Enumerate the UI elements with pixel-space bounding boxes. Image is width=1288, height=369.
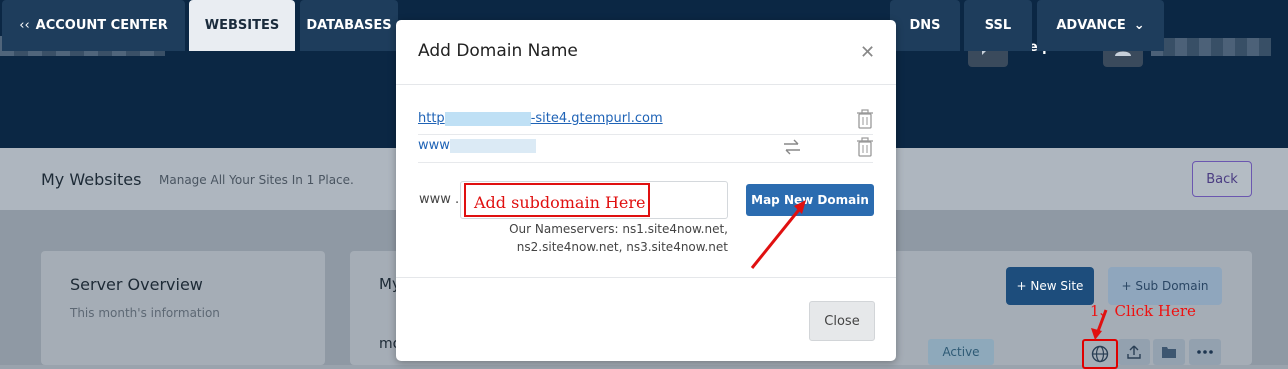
arrow-to-map-button [750, 200, 806, 269]
arrow-to-globe-icon [1091, 309, 1108, 340]
annotation-arrows [750, 200, 1108, 340]
